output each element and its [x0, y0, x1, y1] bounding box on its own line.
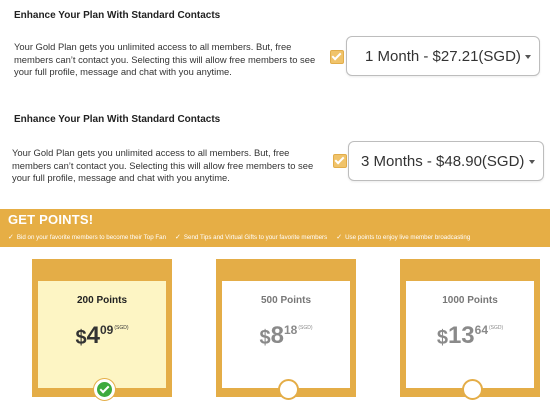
plan-checkbox[interactable] — [330, 50, 344, 64]
plan-duration-select[interactable]: 1 Month - $27.21(SGD) — [346, 36, 540, 76]
price-unit: (SGD) — [298, 325, 313, 331]
price-whole: 4 — [86, 322, 100, 349]
package-price: $ 13 64 (SGD) — [406, 319, 534, 350]
select-value: 1 Month - $27.21(SGD) — [365, 47, 521, 65]
checkmark-icon — [334, 154, 345, 165]
checkmark-icon — [331, 50, 342, 61]
benefit-text: Bid on your favorite members to become t… — [16, 233, 167, 241]
check-icon: ✓ — [175, 234, 181, 241]
points-title: GET POINTS! — [8, 212, 94, 227]
package-label: 500 Points — [260, 295, 312, 306]
package-label: 1000 Points — [442, 295, 498, 306]
price-unit: (SGD) — [489, 325, 504, 331]
chevron-down-icon — [525, 55, 531, 59]
price-currency: $ — [436, 327, 448, 349]
price-cents: 09 — [99, 323, 114, 337]
price-currency: $ — [75, 327, 87, 349]
price-unit: (SGD) — [114, 325, 129, 331]
check-circle-icon — [99, 383, 110, 394]
points-package-1000[interactable]: 1000 Points $ 13 64 (SGD) — [400, 259, 540, 400]
plan-description: Your Gold Plan gets you unlimited access… — [14, 41, 316, 78]
benefit-item: ✓ Send Tips and Virtual Gifts to your fa… — [175, 233, 328, 242]
package-radio[interactable] — [94, 379, 115, 400]
price-currency: $ — [259, 327, 271, 349]
points-packages: 200 Points $ 4 09 (SGD) 500 Points $ 8 1… — [0, 247, 550, 420]
package-label: 200 Points — [76, 295, 128, 306]
package-radio[interactable] — [278, 379, 299, 400]
package-price: $ 8 18 (SGD) — [222, 319, 350, 350]
benefit-item: ✓ Use points to enjoy live member broadc… — [336, 233, 471, 242]
plan-heading: Enhance Your Plan With Standard Contacts — [14, 114, 221, 125]
price-cents: 64 — [474, 323, 488, 337]
chevron-down-icon — [529, 160, 535, 164]
package-body: 200 Points $ 4 09 (SGD) — [38, 281, 166, 400]
check-icon: ✓ — [8, 234, 14, 241]
price-whole: 8 — [270, 322, 284, 349]
plan-description: Your Gold Plan gets you unlimited access… — [12, 147, 314, 184]
plan-heading: Enhance Your Plan With Standard Contacts — [14, 10, 221, 21]
points-benefits: ✓ Bid on your favorite members to become… — [8, 233, 471, 242]
benefit-item: ✓ Bid on your favorite members to become… — [8, 233, 167, 242]
package-body: 500 Points $ 8 18 (SGD) — [222, 281, 350, 400]
benefit-text: Send Tips and Virtual Gifts to your favo… — [183, 233, 328, 241]
check-icon: ✓ — [336, 234, 343, 241]
select-value: 3 Months - $48.90(SGD) — [361, 152, 525, 170]
plan-duration-select[interactable]: 3 Months - $48.90(SGD) — [348, 141, 544, 181]
package-body: 1000 Points $ 13 64 (SGD) — [406, 281, 534, 400]
points-package-500[interactable]: 500 Points $ 8 18 (SGD) — [216, 259, 356, 400]
price-whole: 13 — [447, 322, 475, 349]
points-package-200[interactable]: 200 Points $ 4 09 (SGD) — [32, 259, 172, 400]
points-banner: GET POINTS! ✓ Bid on your favorite membe… — [0, 209, 550, 247]
plan-checkbox[interactable] — [333, 154, 347, 168]
price-cents: 18 — [283, 323, 298, 337]
package-radio[interactable] — [462, 379, 483, 400]
benefit-text: Use points to enjoy live member broadcas… — [345, 233, 471, 241]
package-price: $ 4 09 (SGD) — [38, 319, 166, 350]
